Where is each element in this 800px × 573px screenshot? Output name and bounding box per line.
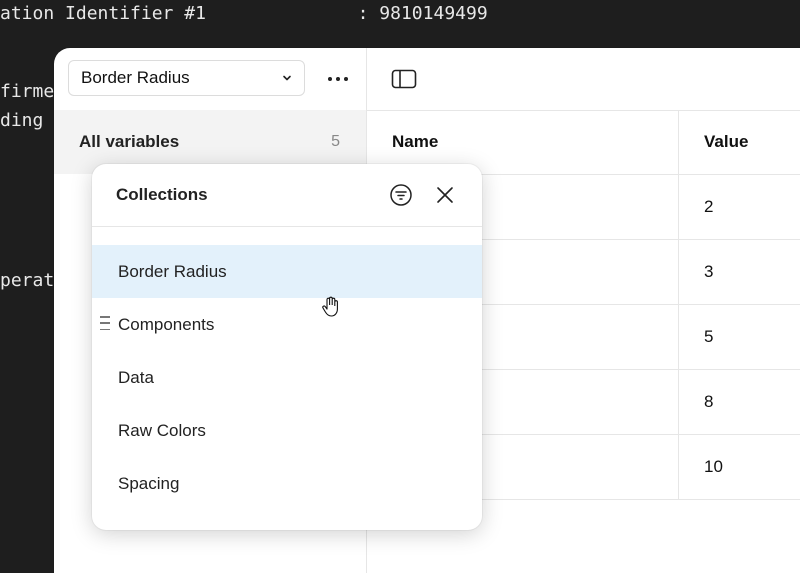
- terminal-line: firme: [0, 81, 55, 102]
- collection-item-label: Spacing: [118, 473, 180, 493]
- drag-handle-icon[interactable]: [100, 316, 112, 330]
- terminal-line: ding: [0, 110, 44, 131]
- popover-header: Collections: [92, 164, 482, 227]
- terminal-line: perat: [0, 270, 55, 291]
- popover-title: Collections: [116, 185, 208, 204]
- all-variables-count: 5: [331, 133, 340, 150]
- chevron-down-icon: [283, 75, 291, 81]
- hand-cursor-icon: [322, 296, 338, 317]
- filter-icon[interactable]: [388, 182, 414, 208]
- collection-item-label: Data: [118, 367, 154, 387]
- close-icon[interactable]: [432, 182, 458, 208]
- collection-item-raw-colors[interactable]: Raw Colors: [92, 404, 482, 457]
- variable-value[interactable]: 2: [679, 197, 800, 217]
- collection-select-label: Border Radius: [81, 68, 190, 87]
- collection-select[interactable]: Border Radius: [68, 60, 305, 96]
- collections-popover: Collections Border Radius Components Dat…: [92, 164, 482, 530]
- table-toolbar: [367, 48, 800, 111]
- collection-item-label: Border Radius: [118, 261, 227, 281]
- variable-value[interactable]: 5: [679, 327, 800, 347]
- column-header-value[interactable]: Value: [679, 132, 800, 152]
- more-horizontal-icon[interactable]: [322, 68, 354, 90]
- collection-item-components[interactable]: Components: [92, 298, 482, 351]
- collection-item-data[interactable]: Data: [92, 351, 482, 404]
- collection-item-spacing[interactable]: Spacing: [92, 457, 482, 510]
- terminal-line: ation Identifier #1 : 9810149499: [0, 3, 488, 24]
- collection-item-label: Components: [118, 314, 215, 334]
- variable-value[interactable]: 8: [679, 392, 800, 412]
- all-variables-label: All variables: [79, 132, 180, 151]
- sidebar-toggle-icon[interactable]: [391, 68, 417, 90]
- collection-list: Border Radius Components Data Raw Colors…: [92, 245, 482, 510]
- variable-value[interactable]: 10: [679, 457, 800, 477]
- collection-item-border-radius[interactable]: Border Radius: [92, 245, 482, 298]
- variable-value[interactable]: 3: [679, 262, 800, 282]
- collection-item-label: Raw Colors: [118, 420, 206, 440]
